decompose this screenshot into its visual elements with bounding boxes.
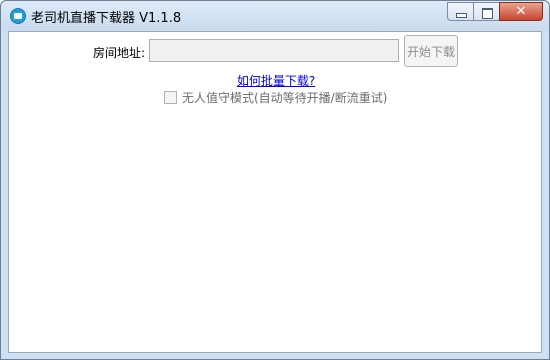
- window-title: 老司机直播下载器 V1.1.8: [31, 11, 182, 26]
- close-icon: ✕: [515, 4, 527, 19]
- minimize-button[interactable]: [447, 2, 473, 21]
- close-button[interactable]: ✕: [499, 2, 543, 21]
- room-address-input[interactable]: [149, 39, 399, 62]
- batch-download-help-link[interactable]: 如何批量下载?: [1, 72, 550, 89]
- unattended-mode-label: 无人值守模式(自动等待开播/断流重试): [182, 91, 388, 105]
- app-window: 老司机直播下载器 V1.1.8 ✕ 房间地址: 开始下载 如何批量下载? 无人值…: [0, 0, 550, 360]
- start-download-button[interactable]: 开始下载: [404, 35, 458, 67]
- title-bar[interactable]: 老司机直播下载器 V1.1.8 ✕: [1, 1, 549, 31]
- window-controls: ✕: [447, 2, 543, 22]
- unattended-mode-checkbox[interactable]: [164, 91, 177, 104]
- maximize-button[interactable]: [473, 2, 499, 21]
- unattended-mode-option[interactable]: 无人值守模式(自动等待开播/断流重试): [164, 89, 387, 106]
- room-address-label: 房间地址:: [93, 46, 146, 60]
- app-icon: [10, 8, 26, 24]
